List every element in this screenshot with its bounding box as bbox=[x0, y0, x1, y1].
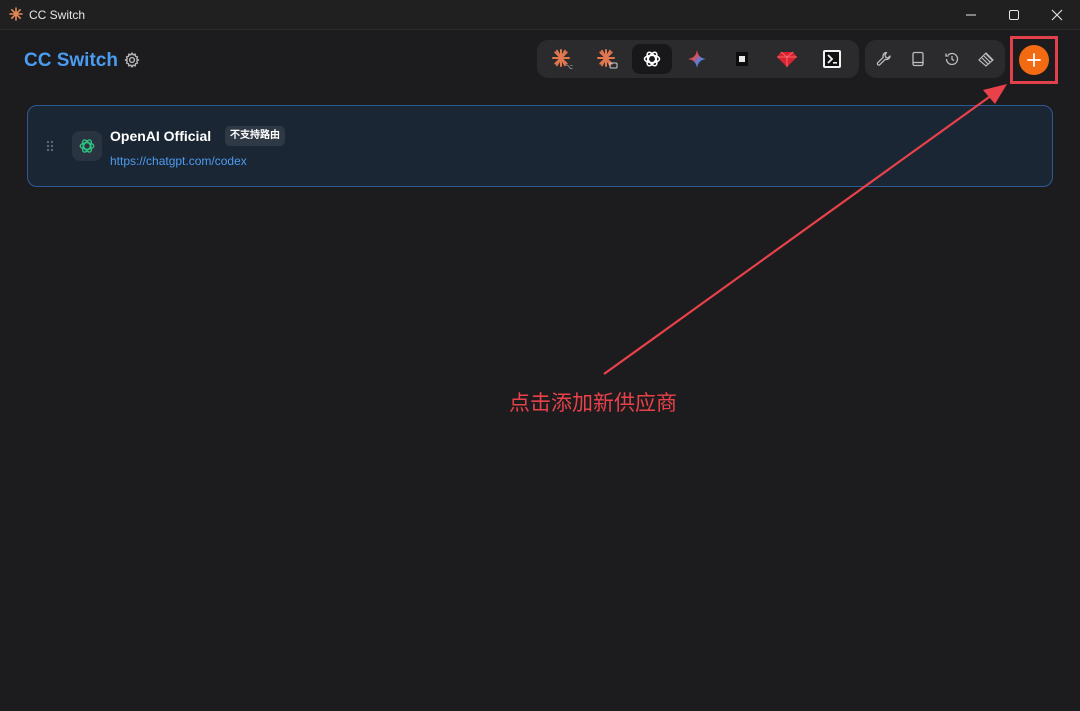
layers-icon bbox=[978, 52, 994, 67]
settings-gear-icon[interactable] bbox=[123, 51, 141, 69]
app-terminal-button[interactable] bbox=[812, 44, 852, 74]
layers-button[interactable] bbox=[970, 44, 1002, 74]
openai-logo-icon bbox=[79, 139, 95, 153]
tools-button[interactable] bbox=[868, 44, 900, 74]
provider-badge: 不支持路由 bbox=[225, 126, 285, 146]
minimize-button[interactable] bbox=[949, 0, 993, 30]
app-ruby-button[interactable] bbox=[767, 44, 807, 74]
maximize-icon bbox=[1009, 10, 1019, 20]
openai-codex-icon bbox=[643, 51, 661, 67]
cc-switch-logo-icon bbox=[9, 7, 23, 21]
provider-name: OpenAI Official bbox=[110, 128, 212, 144]
app-switcher: ⌥ bbox=[537, 40, 859, 78]
maximize-button[interactable] bbox=[992, 0, 1036, 30]
app-brand-title: CC Switch bbox=[24, 50, 118, 71]
drag-handle-icon[interactable] bbox=[46, 140, 54, 152]
gemini-icon bbox=[688, 50, 706, 68]
claude-desktop-icon bbox=[597, 49, 618, 69]
close-button[interactable] bbox=[1035, 0, 1079, 30]
provider-card[interactable]: OpenAI Official 不支持路由 https://chatgpt.co… bbox=[27, 105, 1053, 187]
minimize-icon bbox=[966, 14, 976, 16]
app-gemini-button[interactable] bbox=[677, 44, 717, 74]
history-button[interactable] bbox=[936, 44, 968, 74]
wrench-icon bbox=[876, 51, 891, 66]
provider-url-link[interactable]: https://chatgpt.com/codex bbox=[110, 154, 247, 168]
window-titlebar: CC Switch bbox=[0, 0, 1080, 30]
book-icon bbox=[912, 51, 924, 67]
app-opencode-button[interactable] bbox=[722, 44, 762, 74]
history-icon bbox=[945, 52, 959, 66]
svg-text:⌥: ⌥ bbox=[566, 64, 573, 70]
docs-button[interactable] bbox=[902, 44, 934, 74]
terminal-app-icon bbox=[823, 50, 841, 68]
provider-avatar bbox=[72, 131, 102, 161]
annotation-highlight-box bbox=[1010, 36, 1058, 84]
annotation-label: 点击添加新供应商 bbox=[509, 391, 677, 415]
tool-group bbox=[865, 40, 1005, 78]
close-icon bbox=[1051, 9, 1063, 21]
app-claude-code-button[interactable]: ⌥ bbox=[542, 44, 582, 74]
app-openai-codex-button[interactable] bbox=[632, 44, 672, 74]
app-claude-desktop-button[interactable] bbox=[587, 44, 627, 74]
opencode-icon bbox=[736, 52, 748, 66]
window-title: CC Switch bbox=[29, 8, 86, 22]
ruby-gem-icon bbox=[777, 51, 797, 67]
claude-code-icon: ⌥ bbox=[552, 49, 573, 70]
